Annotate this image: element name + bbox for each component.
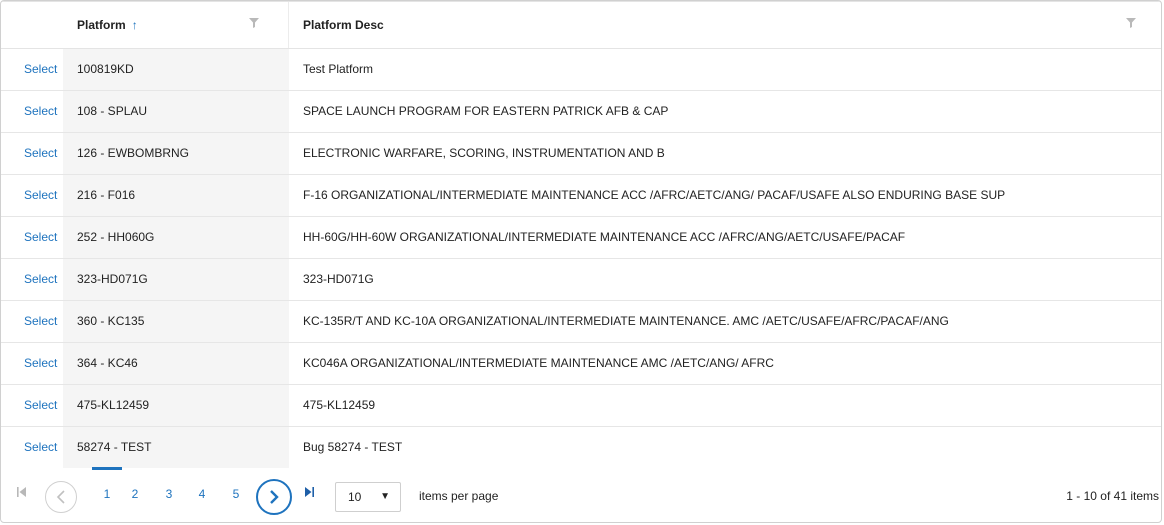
header-platform-desc[interactable]: Platform Desc: [289, 2, 1161, 48]
select-link[interactable]: Select: [1, 259, 63, 300]
sort-ascending-icon: ↑: [131, 18, 138, 32]
header-platform[interactable]: Platform ↑: [63, 2, 289, 48]
first-page-icon[interactable]: [17, 486, 26, 500]
items-per-page-label: items per page: [419, 489, 499, 503]
platform-desc-cell: Bug 58274 - TEST: [303, 440, 403, 454]
select-link[interactable]: Select: [1, 301, 63, 342]
select-link[interactable]: Select: [1, 91, 63, 132]
page-link-2[interactable]: 2: [125, 487, 145, 501]
platform-desc-cell: KC-135R/T AND KC-10A ORGANIZATIONAL/INTE…: [303, 314, 949, 328]
select-link[interactable]: Select: [1, 427, 63, 468]
header-select-column: [1, 2, 63, 48]
page-link-5[interactable]: 5: [226, 487, 246, 501]
last-page-icon[interactable]: [305, 486, 314, 500]
pager: 1 2 3 4 5 10 ▼ items per page 1 - 10 of …: [1, 467, 1161, 522]
platform-cell: 364 - KC46: [63, 343, 289, 384]
platform-desc-cell: 475-KL12459: [303, 398, 376, 412]
table-row: Select 475-KL12459 475-KL12459: [1, 385, 1161, 427]
table-row: Select 108 - SPLAU SPACE LAUNCH PROGRAM …: [1, 91, 1161, 133]
current-page-indicator: [92, 467, 122, 470]
platform-desc-cell: KC046A ORGANIZATIONAL/INTERMEDIATE MAINT…: [303, 356, 774, 370]
page-size-select[interactable]: 10 ▼: [335, 482, 401, 512]
table-row: Select 252 - HH060G HH-60G/HH-60W ORGANI…: [1, 217, 1161, 259]
table-row: Select 126 - EWBOMBRNG ELECTRONIC WARFAR…: [1, 133, 1161, 175]
platform-desc-cell: Test Platform: [303, 62, 374, 76]
platform-desc-cell: HH-60G/HH-60W ORGANIZATIONAL/INTERMEDIAT…: [303, 230, 906, 244]
platform-desc-cell: F-16 ORGANIZATIONAL/INTERMEDIATE MAINTEN…: [303, 188, 1006, 202]
page-link-4[interactable]: 4: [192, 487, 212, 501]
table-row: Select 58274 - TEST Bug 58274 - TEST: [1, 427, 1161, 469]
chevron-left-icon[interactable]: [45, 481, 77, 513]
table-row: Select 364 - KC46 KC046A ORGANIZATIONAL/…: [1, 343, 1161, 385]
table-row: Select 216 - F016 F-16 ORGANIZATIONAL/IN…: [1, 175, 1161, 217]
header-platform-desc-label[interactable]: Platform Desc: [303, 18, 384, 32]
select-link[interactable]: Select: [1, 217, 63, 258]
platform-desc-cell: ELECTRONIC WARFARE, SCORING, INSTRUMENTA…: [303, 146, 665, 160]
page-link-1[interactable]: 1: [97, 487, 117, 501]
platform-cell: 126 - EWBOMBRNG: [63, 133, 289, 174]
select-link[interactable]: Select: [1, 385, 63, 426]
platform-cell: 216 - F016: [63, 175, 289, 216]
select-link[interactable]: Select: [1, 175, 63, 216]
header-platform-label[interactable]: Platform: [77, 18, 126, 32]
platform-desc-cell: 323-HD071G: [303, 272, 374, 286]
platform-cell: 475-KL12459: [63, 385, 289, 426]
grid-body: Select 100819KD Test Platform Select 108…: [1, 49, 1161, 469]
select-link[interactable]: Select: [1, 133, 63, 174]
page-link-3[interactable]: 3: [159, 487, 179, 501]
platform-cell: 252 - HH060G: [63, 217, 289, 258]
platform-grid: Platform ↑ Platform Desc Select 100819KD …: [0, 0, 1162, 523]
platform-cell: 108 - SPLAU: [63, 91, 289, 132]
platform-cell: 58274 - TEST: [63, 427, 289, 468]
table-row: Select 360 - KC135 KC-135R/T AND KC-10A …: [1, 301, 1161, 343]
platform-cell: 360 - KC135: [63, 301, 289, 342]
select-link[interactable]: Select: [1, 343, 63, 384]
select-link[interactable]: Select: [1, 49, 63, 90]
table-row: Select 323-HD071G 323-HD071G: [1, 259, 1161, 301]
pager-range-info: 1 - 10 of 41 items: [1066, 489, 1159, 503]
table-row: Select 100819KD Test Platform: [1, 49, 1161, 91]
platform-cell: 323-HD071G: [63, 259, 289, 300]
grid-header: Platform ↑ Platform Desc: [1, 1, 1161, 49]
chevron-right-icon[interactable]: [256, 479, 292, 515]
platform-cell: 100819KD: [63, 49, 289, 90]
page-size-value: 10: [348, 490, 362, 504]
platform-desc-cell: SPACE LAUNCH PROGRAM FOR EASTERN PATRICK…: [303, 104, 669, 118]
caret-down-icon: ▼: [380, 491, 390, 502]
